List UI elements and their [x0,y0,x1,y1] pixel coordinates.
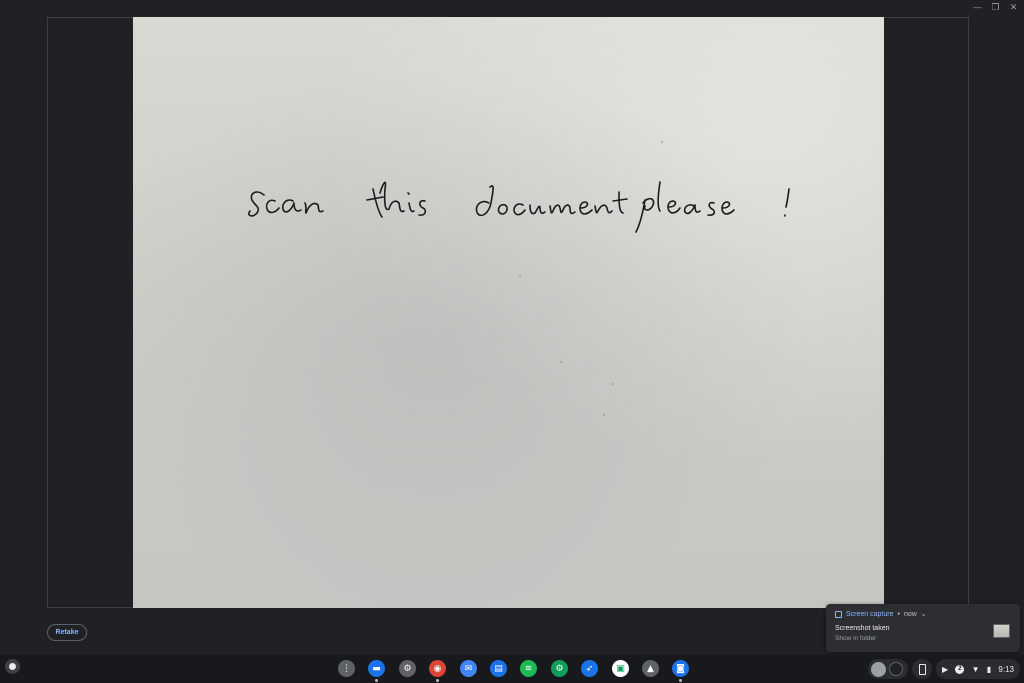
status-tray[interactable]: ▶ 2 ▼ ▮ 9:13 [936,659,1020,679]
launcher-button[interactable] [5,659,20,674]
chrome-app-icon[interactable]: ◉ [429,660,446,677]
stylus-icon [889,662,903,676]
notification-header: Screen capture • now ⌄ [835,610,927,618]
paper-speck [612,383,614,385]
paper-speck [661,141,663,143]
notification-count-badge: 2 [955,664,965,674]
photos-app-icon[interactable]: ▲ [642,660,659,677]
notification-separator: • [897,610,900,618]
window-controls: — ❐ ✕ [973,3,1018,13]
retake-button[interactable]: Retake [47,624,87,641]
avatar [871,661,886,677]
app-launcher-grid-icon[interactable]: ⋮ [338,660,355,677]
spotify-app-icon[interactable]: ≋ [520,660,537,677]
stylus-tools-pod[interactable] [868,659,908,679]
running-indicator [436,679,439,682]
notification-app-name: Screen capture [846,610,894,618]
show-in-folder-link[interactable]: Show in folder [835,635,876,642]
minimize-icon[interactable]: — [973,3,982,13]
notification-time: now [903,610,917,618]
camera-app-icon[interactable]: ◙ [672,660,689,677]
paper-speck [519,275,521,277]
paper-speck [603,414,605,416]
battery-icon: ▮ [986,664,992,674]
screenshot-thumbnail[interactable] [993,624,1010,638]
screen-recorder-app-icon[interactable]: ▣ [612,660,629,677]
paper-speck [560,361,562,363]
clock: 9:13 [998,664,1014,674]
files-app-icon[interactable]: ▬ [368,660,385,677]
screenshot-notification[interactable]: Screen capture • now ⌄ Screenshot taken … [826,604,1020,652]
settings-app-icon[interactable]: ⚙ [399,660,416,677]
pin-app-icon[interactable]: ➶ [581,660,598,677]
chevron-down-icon[interactable]: ⌄ [921,610,927,618]
scanned-document [133,17,884,608]
email-app-icon[interactable]: ✉ [460,660,477,677]
messages-app-icon[interactable]: ▤ [490,660,507,677]
notification-title: Screenshot taken [835,625,890,632]
camera-window: — ❐ ✕ Retake [0,0,1024,655]
phone-icon [918,663,926,675]
running-indicator [679,679,682,682]
screen-capture-icon [835,610,842,618]
cast-icon: ▶ [942,664,949,674]
wifi-icon: ▼ [971,664,980,674]
close-icon[interactable]: ✕ [1009,3,1018,13]
android-settings-app-icon[interactable]: ⚙ [551,660,568,677]
handwriting-signature [248,181,790,233]
restore-icon[interactable]: ❐ [991,3,1000,13]
running-indicator [375,679,378,682]
phone-hub-button[interactable] [912,659,932,679]
